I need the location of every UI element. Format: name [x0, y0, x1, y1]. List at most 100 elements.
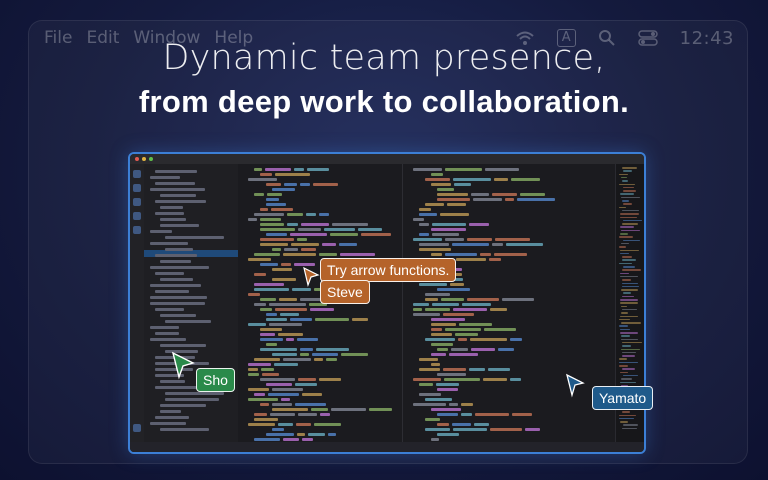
collaborator-name: Sho [203, 372, 228, 388]
code-token [431, 253, 442, 256]
explorer-file-entry[interactable] [155, 308, 185, 311]
code-token [297, 228, 321, 231]
extensions-icon[interactable] [133, 226, 141, 234]
code-token [443, 313, 475, 316]
explorer-file-entry[interactable] [165, 392, 224, 395]
code-token [265, 168, 291, 171]
minimize-window-icon[interactable] [142, 157, 146, 161]
code-token [314, 423, 342, 426]
explorer-file-entry[interactable] [150, 284, 201, 287]
explorer-file-entry[interactable] [155, 254, 197, 257]
code-token [432, 303, 460, 306]
collaborator-label-steve: Steve [320, 280, 370, 304]
explorer-file-entry[interactable] [160, 206, 184, 209]
explorer-file-entry[interactable] [160, 428, 210, 431]
editor-pane-right[interactable] [402, 164, 615, 442]
explorer-icon[interactable] [133, 170, 141, 178]
minimap-line [622, 266, 636, 268]
minimap-line [619, 417, 635, 420]
code-token [319, 378, 342, 381]
explorer-file-entry[interactable] [165, 398, 220, 401]
explorer-file-entry[interactable] [150, 338, 187, 341]
explorer-file-entry[interactable] [150, 242, 188, 245]
explorer-file-entry[interactable] [150, 230, 172, 233]
minimap-line [619, 249, 640, 251]
explorer-file-entry[interactable] [160, 194, 197, 197]
source-control-icon[interactable] [133, 198, 141, 206]
explorer-file-entry[interactable] [155, 212, 185, 215]
code-token [413, 238, 443, 241]
zoom-window-icon[interactable] [149, 157, 153, 161]
code-token [492, 243, 503, 246]
explorer-file-entry[interactable] [155, 272, 185, 275]
minimap-line [621, 335, 630, 337]
code-token [448, 403, 458, 406]
minimap-line [622, 341, 642, 344]
code-token [299, 183, 311, 186]
code-token [260, 243, 288, 246]
code-token [419, 223, 430, 226]
explorer-file-entry[interactable] [150, 296, 208, 299]
close-window-icon[interactable] [135, 157, 139, 161]
explorer-file-entry[interactable] [160, 380, 186, 383]
code-token [467, 298, 500, 301]
code-token [493, 178, 509, 181]
explorer-file-entry[interactable] [165, 236, 224, 239]
code-token [254, 358, 280, 361]
minimap-line [620, 348, 641, 350]
explorer-file-entry[interactable] [165, 320, 212, 323]
code-token [282, 358, 312, 361]
accounts-icon[interactable] [133, 424, 141, 432]
explorer-file-entry[interactable] [155, 290, 189, 293]
explorer-file-entry[interactable] [165, 248, 193, 251]
code-token [260, 263, 278, 266]
file-explorer[interactable] [144, 164, 239, 452]
code-token [266, 383, 293, 386]
explorer-file-entry[interactable] [150, 326, 179, 329]
explorer-file-entry[interactable] [150, 266, 210, 269]
code-token [325, 358, 338, 361]
minimap-line [620, 196, 641, 199]
explorer-file-entry[interactable] [160, 344, 206, 347]
explorer-file-entry[interactable] [160, 404, 206, 407]
explorer-file-entry[interactable] [155, 170, 198, 173]
minimap-line [622, 295, 634, 298]
code-token [254, 253, 280, 256]
explorer-file-entry[interactable] [155, 200, 207, 203]
code-token [358, 228, 383, 231]
code-token [262, 373, 280, 376]
explorer-file-entry[interactable] [160, 218, 187, 221]
code-token [419, 383, 433, 386]
editor-pane-left[interactable] [238, 164, 402, 442]
explorer-file-entry[interactable] [160, 260, 192, 263]
explorer-file-entry[interactable] [150, 176, 180, 179]
code-token [506, 243, 544, 246]
minimap-line [622, 355, 635, 357]
code-token [413, 303, 430, 306]
explorer-file-entry[interactable] [150, 422, 186, 425]
explorer-file-entry[interactable] [155, 416, 190, 419]
explorer-file-entry[interactable] [160, 278, 194, 281]
explorer-file-entry[interactable] [160, 314, 197, 317]
search-panel-icon[interactable] [133, 184, 141, 192]
code-comment-bubble[interactable]: Try arrow functions. [320, 258, 457, 282]
code-token [318, 253, 338, 256]
code-token [295, 423, 312, 426]
code-token [437, 413, 458, 416]
code-token [474, 413, 510, 416]
code-token [254, 288, 289, 291]
explorer-file-entry[interactable] [160, 224, 200, 227]
code-token [271, 403, 293, 406]
code-token [328, 433, 337, 436]
explorer-file-entry[interactable] [160, 410, 181, 413]
explorer-file-entry[interactable] [150, 302, 206, 305]
explorer-file-entry[interactable] [155, 182, 196, 185]
code-token [468, 223, 489, 226]
code-token [340, 253, 376, 256]
run-debug-icon[interactable] [133, 212, 141, 220]
minimap-line [619, 371, 629, 374]
explorer-file-entry[interactable] [150, 188, 206, 191]
code-token [259, 218, 282, 221]
explorer-file-entry[interactable] [155, 332, 179, 335]
code-token [510, 338, 522, 341]
